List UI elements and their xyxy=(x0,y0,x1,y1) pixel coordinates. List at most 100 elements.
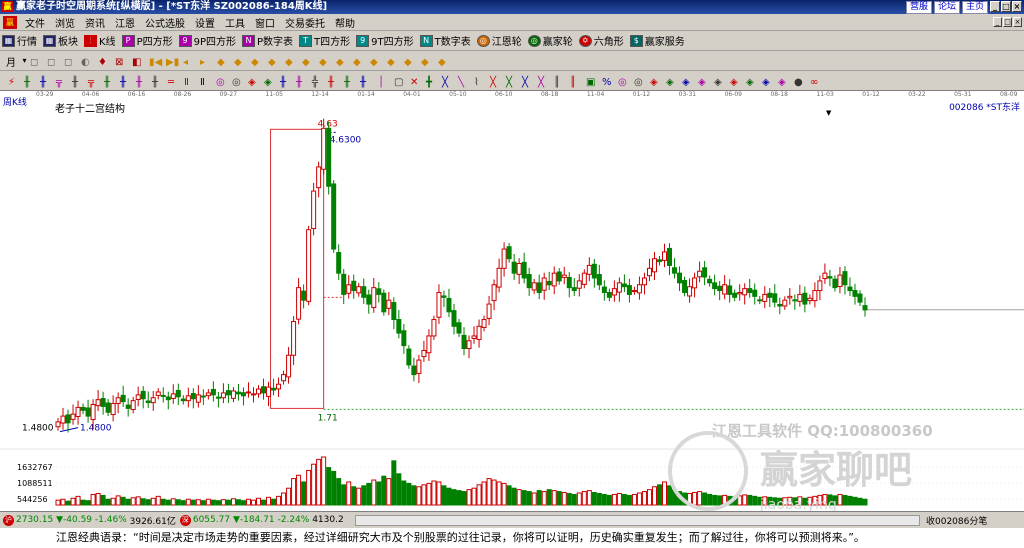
horizontal-scrollbar[interactable] xyxy=(355,515,920,526)
link-yingfu[interactable]: 营服 xyxy=(905,1,932,14)
volume-bar xyxy=(546,489,552,506)
tool-gann-wheel[interactable]: ◎ 江恩轮 xyxy=(475,32,526,50)
sh-index[interactable]: 沪 2730.15 ▼-40.59 -1.46% 3926.61亿 xyxy=(3,514,176,527)
volume-bar xyxy=(566,492,572,506)
volume-bar xyxy=(521,490,527,506)
link-home[interactable]: 主页 xyxy=(961,1,988,14)
menu-file[interactable]: 文件 xyxy=(20,15,50,30)
tool-service[interactable]: $ 赢家服务 xyxy=(628,32,689,50)
close-icon[interactable]: × xyxy=(1012,1,1022,12)
volume-bar xyxy=(165,499,171,506)
menu-browse[interactable]: 浏览 xyxy=(50,15,80,30)
volume-bar xyxy=(296,474,302,506)
tool-quote[interactable]: ▦ 行情 xyxy=(0,32,41,50)
toolbar3-icon: ▢ xyxy=(394,77,403,88)
volume-bar xyxy=(651,486,657,506)
volume-bar xyxy=(55,499,61,506)
candle-body xyxy=(336,252,342,274)
toolbar3-icon: ◎ xyxy=(232,77,241,88)
drawing-tools[interactable]: ◻ ◻ ◻ ◐ ♦ ⊠ ◧ ▮◀ ▶▮ ◂ ▸ ◆ ◆ ◆ ◆ ◆ ◆ ◆ ◆ ◆ ◆ ◆ ◆ ◆ ◆ xyxy=(0,51,1024,71)
menu-help[interactable]: 帮助 xyxy=(330,15,360,30)
tool-p-numtable[interactable]: N P数字表 xyxy=(240,32,297,50)
candle-body xyxy=(426,335,432,354)
tool-winner-wheel[interactable]: ◎ 赢家轮 xyxy=(526,32,577,50)
candle-body xyxy=(782,299,788,307)
candle-body xyxy=(306,229,312,302)
candle-body xyxy=(762,293,768,302)
candle-body xyxy=(682,280,688,293)
toolbar3-icon: ╳ xyxy=(505,75,513,88)
menu-settings[interactable]: 设置 xyxy=(190,15,220,30)
volume-bar xyxy=(220,499,226,506)
volume-tick-label: 1632767 xyxy=(17,463,53,472)
volume-bar xyxy=(526,491,532,506)
volume-bar xyxy=(586,490,592,506)
volume-bar xyxy=(291,478,297,506)
tool-p-square[interactable]: P P四方形 xyxy=(120,32,177,50)
tool-9t-square[interactable]: 9 9T四方形 xyxy=(354,32,417,50)
volume-bar xyxy=(205,498,211,506)
volume-bar xyxy=(140,498,146,506)
toolbar3-icon: ╳ xyxy=(489,75,497,88)
tool-9p-square[interactable]: 9 9P四方形 xyxy=(177,32,240,50)
minimize-icon[interactable]: _ xyxy=(990,1,1000,12)
candle-body xyxy=(261,386,267,394)
volume-bar xyxy=(606,494,612,506)
volume-bar xyxy=(70,497,76,506)
volume-bar xyxy=(496,481,502,506)
candle-body xyxy=(140,390,146,400)
toolbar3-icon: │ xyxy=(378,75,384,88)
toolbar3-icon: ◈ xyxy=(730,77,738,88)
toolbar3-icon: ╦ xyxy=(87,77,95,88)
status-right-text: 收002086分笔 xyxy=(926,517,988,527)
volume-bar xyxy=(180,500,186,506)
volume-bar xyxy=(441,485,447,506)
sz-index[interactable]: 深 6055.77 ▼-184.71 -2.24% 4130.2 xyxy=(179,514,344,526)
toolbar3-icon: ║ xyxy=(554,75,560,88)
candle-body xyxy=(852,290,858,297)
candle-body xyxy=(115,397,121,405)
mdi-restore-icon[interactable]: □ xyxy=(1003,17,1012,27)
tool-t-square[interactable]: T T四方形 xyxy=(297,32,354,50)
menu-formula[interactable]: 公式选股 xyxy=(140,15,190,30)
candle-body xyxy=(266,386,272,397)
candle-body xyxy=(817,280,823,292)
menu-info[interactable]: 资讯 xyxy=(80,15,110,30)
menu-window[interactable]: 窗口 xyxy=(250,15,280,30)
menu-tools[interactable]: 工具 xyxy=(220,15,250,30)
volume-bar xyxy=(230,498,236,506)
candle-body xyxy=(446,297,452,313)
tool-hexagon[interactable]: ✡ 六角形 xyxy=(577,32,628,50)
toolbar2-icon: ♦ xyxy=(98,57,107,68)
toolbar3-icon: ● xyxy=(794,77,803,88)
tn-table-icon: N xyxy=(419,34,433,47)
mdi-close-icon[interactable]: × xyxy=(1013,17,1022,27)
line-tools[interactable]: ⚡ ╫ ╫ ╦ ╫ ╦ ╫ ╫ ╫ ╫ ═ Ⅱ Ⅱ ◎ ◎ ◈ ◈ ╫ ╫ ╬ ╫ ╫ ╫ │ ▢ ✕ ╋ ╳ ╲ ⌇ ╳ ╳ ╳ ╳ ║ ║ ▣% ◎ ◎… xyxy=(0,71,1024,91)
menu-trade[interactable]: 交易委托 xyxy=(280,15,330,30)
volume-bar xyxy=(571,493,577,506)
volume-bar xyxy=(376,481,382,506)
restore-icon[interactable]: □ xyxy=(1001,1,1011,12)
tool-sector[interactable]: ▦ 板块 xyxy=(41,32,82,50)
sz-index-icon: 深 xyxy=(179,514,191,526)
toolbar2-icon: ◆ xyxy=(421,57,429,68)
candle-body xyxy=(837,274,843,287)
tool-t-numtable[interactable]: N T数字表 xyxy=(418,32,475,50)
link-forum[interactable]: 论坛 xyxy=(933,1,960,14)
candle-body xyxy=(792,299,798,302)
watermark-big: 赢家聊吧 xyxy=(760,448,912,492)
volume-bar xyxy=(200,500,206,506)
toolbar3-icon: ◈ xyxy=(714,77,722,88)
drawing-toolbar: 月 ▾ ◻ ◻ ◻ ◐ ♦ ⊠ ◧ ▮◀ ▶▮ ◂ ▸ ◆ ◆ ◆ ◆ ◆ ◆ ◆ ◆ ◆ ◆ ◆ ◆ ◆ ◆ xyxy=(0,51,1024,71)
chart-area[interactable]: 03-29 04-06 06-16 08-26 09-27 11-05 12-14 01-14… xyxy=(0,91,1024,511)
mdi-minimize-icon[interactable]: _ xyxy=(993,17,1002,27)
candle-body xyxy=(85,407,91,417)
volume-bar xyxy=(506,485,512,506)
menu-gann[interactable]: 江恩 xyxy=(110,15,140,30)
volume-bar xyxy=(406,482,412,506)
app-logo-icon: 赢 xyxy=(2,1,13,12)
volume-bar xyxy=(75,495,81,506)
volume-bar xyxy=(837,493,843,506)
tool-kline[interactable]: ⫶ K线 xyxy=(82,32,120,50)
t-square-icon: T xyxy=(299,34,313,47)
